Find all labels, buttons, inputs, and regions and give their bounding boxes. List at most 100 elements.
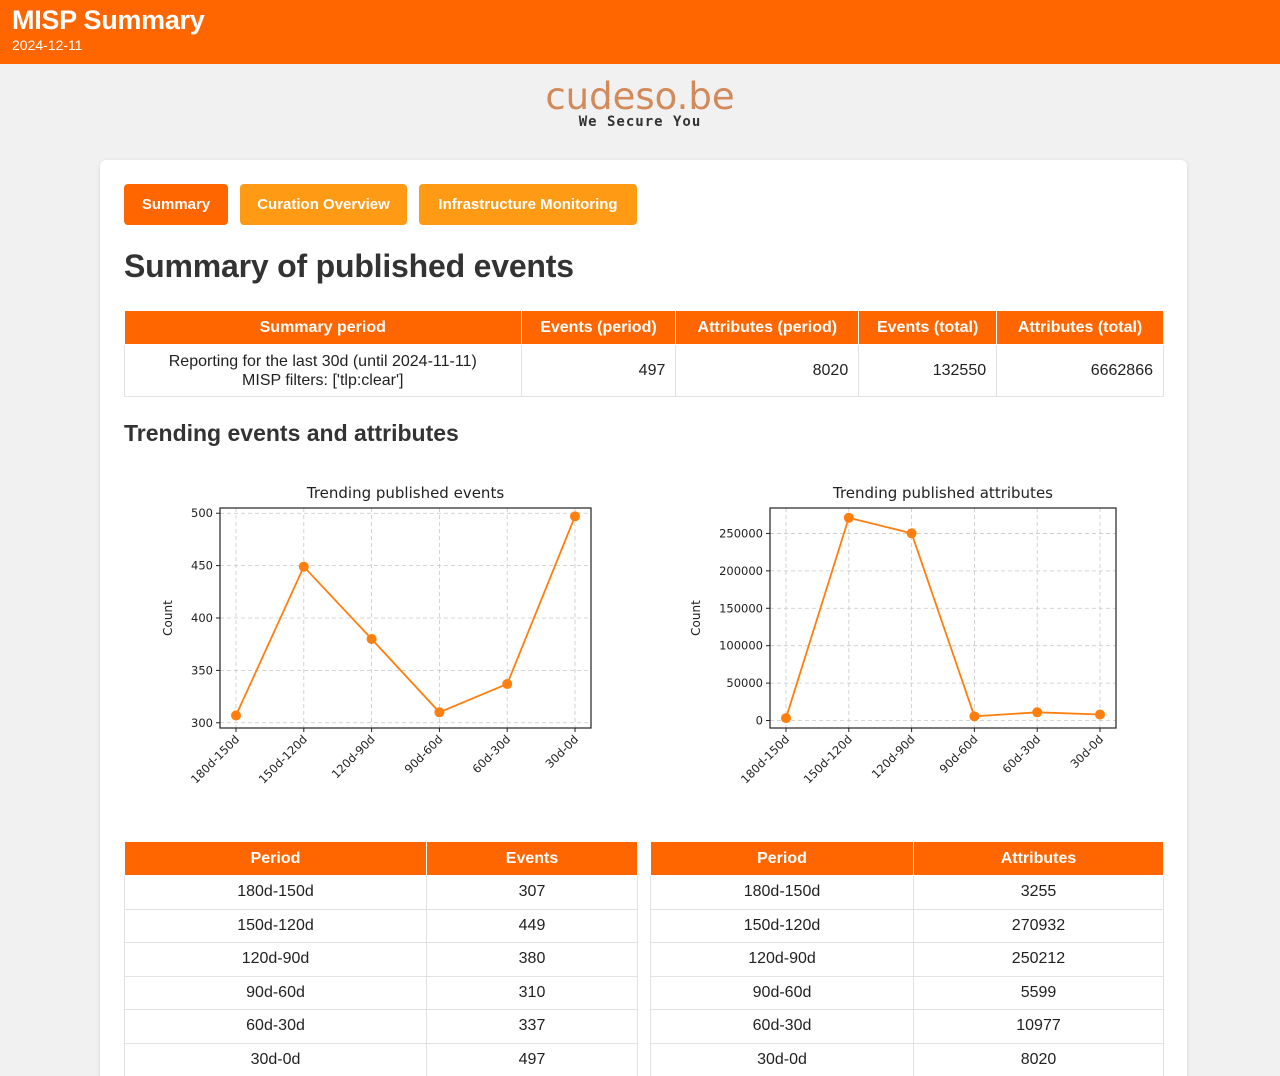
data-point	[366, 633, 377, 644]
attributes-cell: 5599	[913, 975, 1164, 1010]
top-header-bar: MISP Summary 2024-12-11	[0, 0, 1280, 64]
table-row: 60d-30d 10977	[650, 1009, 1164, 1044]
data-point	[843, 512, 854, 523]
trending-section-title: Trending events and attributes	[124, 420, 459, 446]
events-table-header-events: Events	[426, 841, 638, 876]
events-cell: 497	[426, 1042, 638, 1076]
brand-name: cudeso.be	[545, 75, 735, 118]
y-tick-label: 250000	[719, 526, 763, 540]
app-title: MISP Summary	[12, 5, 205, 35]
events-cell: 380	[426, 942, 638, 977]
events-period-table: Period Events 180d-150d 307 150d-120d 449 …	[124, 841, 638, 1076]
y-tick-label: 0	[756, 714, 763, 728]
table-row: 90d-60d 310	[124, 975, 638, 1010]
table-row: 150d-120d 449	[124, 908, 638, 943]
summary-events-total: 132550	[858, 344, 998, 397]
summary-header-attributes-total: Attributes (total)	[996, 310, 1164, 345]
x-tick-label: 30d-0d	[1067, 732, 1106, 771]
table-row: 120d-90d 380	[124, 942, 638, 977]
summary-header-period: Summary period	[124, 310, 522, 345]
attributes-cell: 3255	[913, 875, 1164, 910]
y-tick-label: 400	[191, 611, 213, 625]
x-tick-label: 150d-120d	[801, 732, 855, 786]
chart-title: Trending published events	[306, 484, 504, 502]
data-point	[434, 707, 445, 718]
y-tick-label: 100000	[719, 639, 763, 653]
data-point	[298, 561, 309, 572]
summary-events-period: 497	[520, 344, 677, 397]
tab-infrastructure-monitoring[interactable]: Infrastructure Monitoring	[419, 184, 637, 225]
events-trend-chart: Trending published events 300 350 400 450 500…	[161, 484, 592, 786]
table-row: 30d-0d 8020	[650, 1042, 1164, 1076]
y-tick-label: 300	[191, 716, 213, 730]
series-line	[785, 516, 1101, 719]
attributes-trend-chart: Trending published attributes 0 50000 10000…	[689, 484, 1117, 786]
x-tick-label: 120d-90d	[869, 732, 918, 781]
y-tick-label: 200000	[719, 564, 763, 578]
tab-curation-overview[interactable]: Curation Overview	[240, 184, 407, 225]
summary-attributes-period: 8020	[675, 344, 860, 397]
x-tick-label: 150d-120d	[256, 732, 310, 786]
period-cell: 180d-150d	[124, 875, 427, 910]
data-point	[231, 710, 241, 721]
chart-title: Trending published attributes	[832, 484, 1053, 502]
attributes-table-header-attributes: Attributes	[913, 841, 1164, 876]
attributes-cell: 8020	[913, 1042, 1164, 1076]
period-cell: 60d-30d	[650, 1009, 914, 1044]
data-point	[781, 713, 791, 724]
summary-header-events-period: Events (period)	[520, 310, 677, 345]
period-cell: 30d-0d	[650, 1042, 914, 1076]
tab-summary[interactable]: Summary	[124, 184, 228, 225]
events-table-header-period: Period	[124, 841, 427, 876]
x-tick-label: 120d-90d	[329, 732, 378, 781]
x-tick-label: 90d-60d	[402, 732, 446, 776]
data-point	[1032, 707, 1043, 718]
series-line	[235, 516, 576, 716]
content-card: Summary Curation Overview Infrastructure…	[100, 160, 1187, 1076]
x-tick-label: 30d-0d	[542, 732, 581, 771]
x-tick-label: 60d-30d	[999, 732, 1043, 776]
period-cell: 30d-0d	[124, 1042, 427, 1076]
y-tick-label: 350	[191, 663, 213, 677]
table-row: 90d-60d 5599	[650, 975, 1164, 1010]
x-tick-label: 180d-150d	[188, 732, 242, 786]
y-axis-label: Count	[689, 600, 703, 636]
y-tick-label: 150000	[719, 601, 763, 615]
y-axis-label: Count	[161, 600, 175, 636]
summary-period-line: Reporting for the last 30d (until 2024-1…	[168, 352, 477, 370]
table-row: 120d-90d 250212	[650, 942, 1164, 977]
table-row: 180d-150d 3255	[650, 875, 1164, 910]
x-tick-label: 180d-150d	[738, 732, 792, 786]
period-cell: 120d-90d	[650, 942, 914, 977]
attributes-period-table: Period Attributes 180d-150d 3255 150d-120…	[650, 841, 1164, 1076]
summary-attributes-total: 6662866	[996, 344, 1164, 397]
brand-tagline: We Secure You	[578, 114, 702, 130]
attributes-cell: 250212	[913, 942, 1164, 977]
period-cell: 90d-60d	[124, 975, 427, 1010]
table-row: 60d-30d 337	[124, 1009, 638, 1044]
events-cell: 307	[426, 875, 638, 910]
summary-filter-line: MISP filters: ['tlp:clear']	[242, 371, 404, 389]
events-cell: 449	[426, 908, 638, 943]
events-cell: 337	[426, 1009, 638, 1044]
y-tick-label: 500	[191, 506, 213, 520]
x-tick-label: 60d-30d	[469, 732, 513, 776]
y-tick-label: 450	[191, 559, 213, 573]
brand-logo[interactable]: cudeso.be We Secure You	[0, 75, 1280, 131]
attributes-cell: 10977	[913, 1009, 1164, 1044]
data-point	[969, 711, 980, 722]
summary-row: Reporting for the last 30d (until 2024-1…	[124, 344, 1164, 397]
summary-table: Summary period Events (period) Attribute…	[124, 310, 1164, 397]
y-tick-label: 50000	[726, 676, 763, 690]
period-cell: 60d-30d	[124, 1009, 427, 1044]
data-point	[1095, 709, 1105, 720]
period-cell: 90d-60d	[650, 975, 914, 1010]
period-cell: 150d-120d	[650, 908, 914, 943]
table-row: 30d-0d 497	[124, 1042, 638, 1076]
page-title: Summary of published events	[124, 248, 574, 284]
summary-header-attributes-period: Attributes (period)	[675, 310, 860, 345]
data-point	[502, 679, 513, 689]
plot-frame	[769, 507, 1117, 729]
data-point	[570, 511, 580, 522]
data-point	[906, 528, 917, 539]
